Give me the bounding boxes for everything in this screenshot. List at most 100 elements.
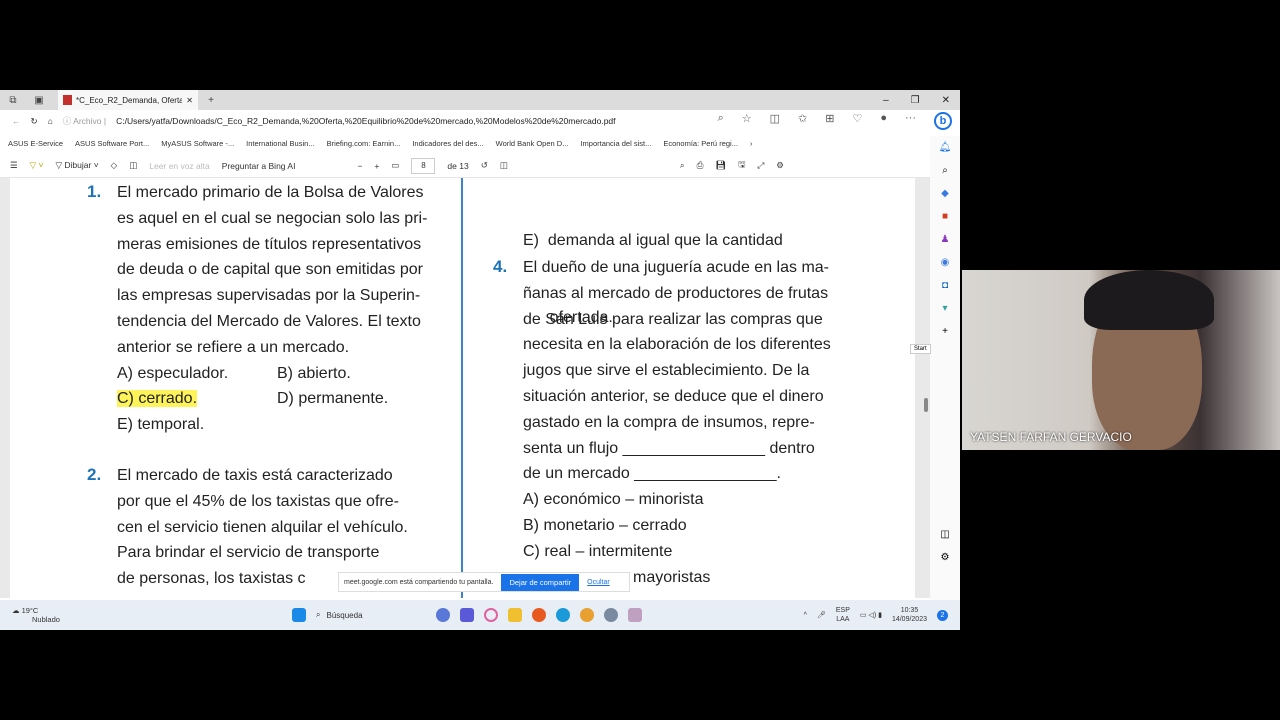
- opera-icon[interactable]: [484, 608, 498, 622]
- browser-essentials-icon[interactable]: ♡: [852, 112, 862, 130]
- notification-badge[interactable]: 2: [937, 609, 948, 621]
- text-line: El mercado primario de la Bolsa de Valor…: [117, 184, 424, 201]
- outlook-icon[interactable]: ◘: [942, 280, 948, 291]
- clock[interactable]: 10:35 14/09/2023: [892, 606, 927, 624]
- maximize-icon[interactable]: ❐: [911, 95, 920, 106]
- save-icon[interactable]: 💾︎: [715, 160, 726, 171]
- page-total: de 13: [447, 160, 469, 171]
- split-screen-icon[interactable]: ◫: [770, 112, 780, 130]
- favorites-icon[interactable]: ✩: [798, 112, 807, 130]
- hide-link[interactable]: Ocultar: [587, 579, 610, 586]
- favorite-item[interactable]: ASUS Software Port...: [75, 139, 149, 148]
- temperature: 19°C: [21, 606, 39, 615]
- pdf-icon: [63, 95, 72, 105]
- favorite-item[interactable]: Economía: Perú regi...: [663, 139, 738, 148]
- info-icon[interactable]: ⓘ Archivo |: [63, 115, 106, 127]
- start-icon[interactable]: [292, 608, 306, 622]
- save-as-icon[interactable]: 🖫: [738, 159, 745, 173]
- profile-avatar[interactable]: ●: [880, 112, 887, 130]
- microphone-icon[interactable]: 🎤︎: [817, 611, 826, 620]
- eraser-icon[interactable]: ◇: [111, 160, 118, 171]
- taskbar-search[interactable]: ⌕ Búsqueda: [316, 610, 426, 620]
- url-input[interactable]: C:/Users/yatfa/Downloads/C_Eco_R2_Demand…: [116, 116, 707, 126]
- firefox-icon[interactable]: [532, 608, 546, 622]
- settings-icon[interactable]: ⚙: [776, 160, 784, 171]
- scrollbar-thumb[interactable]: [924, 398, 928, 412]
- more-icon[interactable]: ···: [905, 112, 916, 130]
- favorite-item[interactable]: MyASUS Software -...: [161, 139, 234, 148]
- new-tab-icon[interactable]: +: [198, 95, 224, 106]
- network-volume-battery-icons[interactable]: ▭ ◁) ▮: [860, 611, 882, 620]
- pdf-viewer[interactable]: 1. El mercado primario de la Bolsa de Va…: [0, 178, 930, 598]
- file-explorer-icon[interactable]: [508, 608, 522, 622]
- sidebar-layout-icon[interactable]: ◫: [940, 529, 949, 540]
- text-icon[interactable]: ◫: [129, 160, 137, 171]
- search-icon[interactable]: ⌕: [942, 165, 948, 176]
- fit-page-icon[interactable]: ▭: [391, 160, 399, 171]
- ask-bing-button[interactable]: Preguntar a Bing AI: [222, 161, 296, 171]
- text-line: gastado en la compra de insumos, repre-: [523, 413, 815, 431]
- edge-icon[interactable]: [556, 608, 570, 622]
- teams-icon[interactable]: [460, 608, 474, 622]
- sidebar-settings-icon[interactable]: ⚙: [941, 552, 950, 563]
- close-tab-icon[interactable]: ✕: [186, 96, 193, 105]
- fullscreen-icon[interactable]: ⤢: [757, 160, 764, 171]
- favorite-item[interactable]: Importancia del sist...: [580, 139, 651, 148]
- favorite-item[interactable]: Indicadores del des...: [412, 139, 483, 148]
- collections-icon[interactable]: ⊞: [825, 112, 834, 130]
- add-icon[interactable]: +: [942, 326, 948, 337]
- tools-icon[interactable]: ◆: [941, 188, 949, 199]
- question-1: El mercado primario de la Bolsa de Valor…: [117, 180, 437, 438]
- read-aloud-button[interactable]: Leer en voz alta: [149, 161, 209, 171]
- chevron-right-icon[interactable]: ›: [750, 139, 753, 148]
- language-indicator[interactable]: ESP LAA: [836, 606, 850, 624]
- office-icon[interactable]: ◉: [941, 257, 950, 268]
- page-number-input[interactable]: 8: [411, 157, 436, 174]
- notifications-icon[interactable]: 🔔︎: [939, 142, 952, 153]
- chrome-icon[interactable]: [580, 608, 594, 622]
- text-line: situación anterior, se deduce que el din…: [523, 387, 824, 405]
- print-icon[interactable]: ⎙: [697, 160, 704, 171]
- option-e: E) temporal.: [117, 416, 205, 434]
- zoom-in-button[interactable]: +: [374, 161, 379, 171]
- text-line: jugos que sirve el establecimiento. De l…: [523, 362, 810, 380]
- send-icon[interactable]: ▾: [942, 303, 947, 314]
- games-icon[interactable]: ♟: [941, 234, 950, 245]
- rotate-icon[interactable]: ↺: [481, 160, 488, 171]
- close-window-icon[interactable]: ✕: [942, 95, 950, 106]
- settings-app-icon[interactable]: [604, 608, 618, 622]
- home-icon[interactable]: ⌂: [48, 116, 53, 126]
- minimize-icon[interactable]: –: [883, 95, 889, 106]
- zoom-out-button[interactable]: −: [357, 161, 362, 171]
- snipping-tool-icon[interactable]: [628, 608, 642, 622]
- draw-button[interactable]: ▽ Dibujar ˅: [56, 160, 99, 171]
- weather-widget[interactable]: ☁ 19°C Nublado: [12, 606, 60, 624]
- tab-pdf[interactable]: *C_Eco_R2_Demanda, Oferta, Eq ✕: [58, 90, 198, 110]
- contents-icon[interactable]: ☰: [10, 160, 18, 171]
- refresh-icon[interactable]: ↻: [31, 116, 38, 127]
- tab-actions-icon[interactable]: ▣: [26, 95, 52, 106]
- text-line: cen el servicio tienen alquilar el vehíc…: [117, 518, 408, 536]
- favorite-star-icon[interactable]: ☆: [742, 112, 752, 130]
- favorite-item[interactable]: Briefing.com: Earnin...: [327, 139, 401, 148]
- favorite-item[interactable]: International Busin...: [246, 139, 314, 148]
- favorite-item[interactable]: World Bank Open D...: [496, 139, 569, 148]
- option-b: B) abierto.: [277, 364, 351, 382]
- zoom-icon[interactable]: ⌕: [718, 112, 724, 130]
- bing-icon[interactable]: b: [934, 112, 952, 130]
- tab-bar: ⧉ ▣ *C_Eco_R2_Demanda, Oferta, Eq ✕ + – …: [0, 90, 960, 110]
- participant-name: YATSEN FARFAN GERVACIO: [970, 430, 1132, 444]
- shopping-icon[interactable]: ■: [942, 211, 948, 222]
- search-icon[interactable]: ⌕: [680, 160, 685, 171]
- chevron-up-icon[interactable]: ^: [804, 611, 807, 620]
- favorite-item[interactable]: ASUS E-Service: [8, 139, 63, 148]
- highlight-icon[interactable]: ▽ ˅: [30, 160, 44, 171]
- participant-hair: [1084, 270, 1214, 330]
- text-line: senta un flujo ________________ dentro: [523, 439, 815, 457]
- page-view-icon[interactable]: ◫: [500, 160, 508, 171]
- lang-region: LAA: [836, 616, 850, 623]
- back-icon[interactable]: ←: [12, 116, 21, 126]
- workspaces-icon[interactable]: ⧉: [0, 95, 26, 106]
- stop-sharing-button[interactable]: Dejar de compartir: [501, 573, 580, 591]
- bing-taskbar-icon[interactable]: [436, 608, 450, 622]
